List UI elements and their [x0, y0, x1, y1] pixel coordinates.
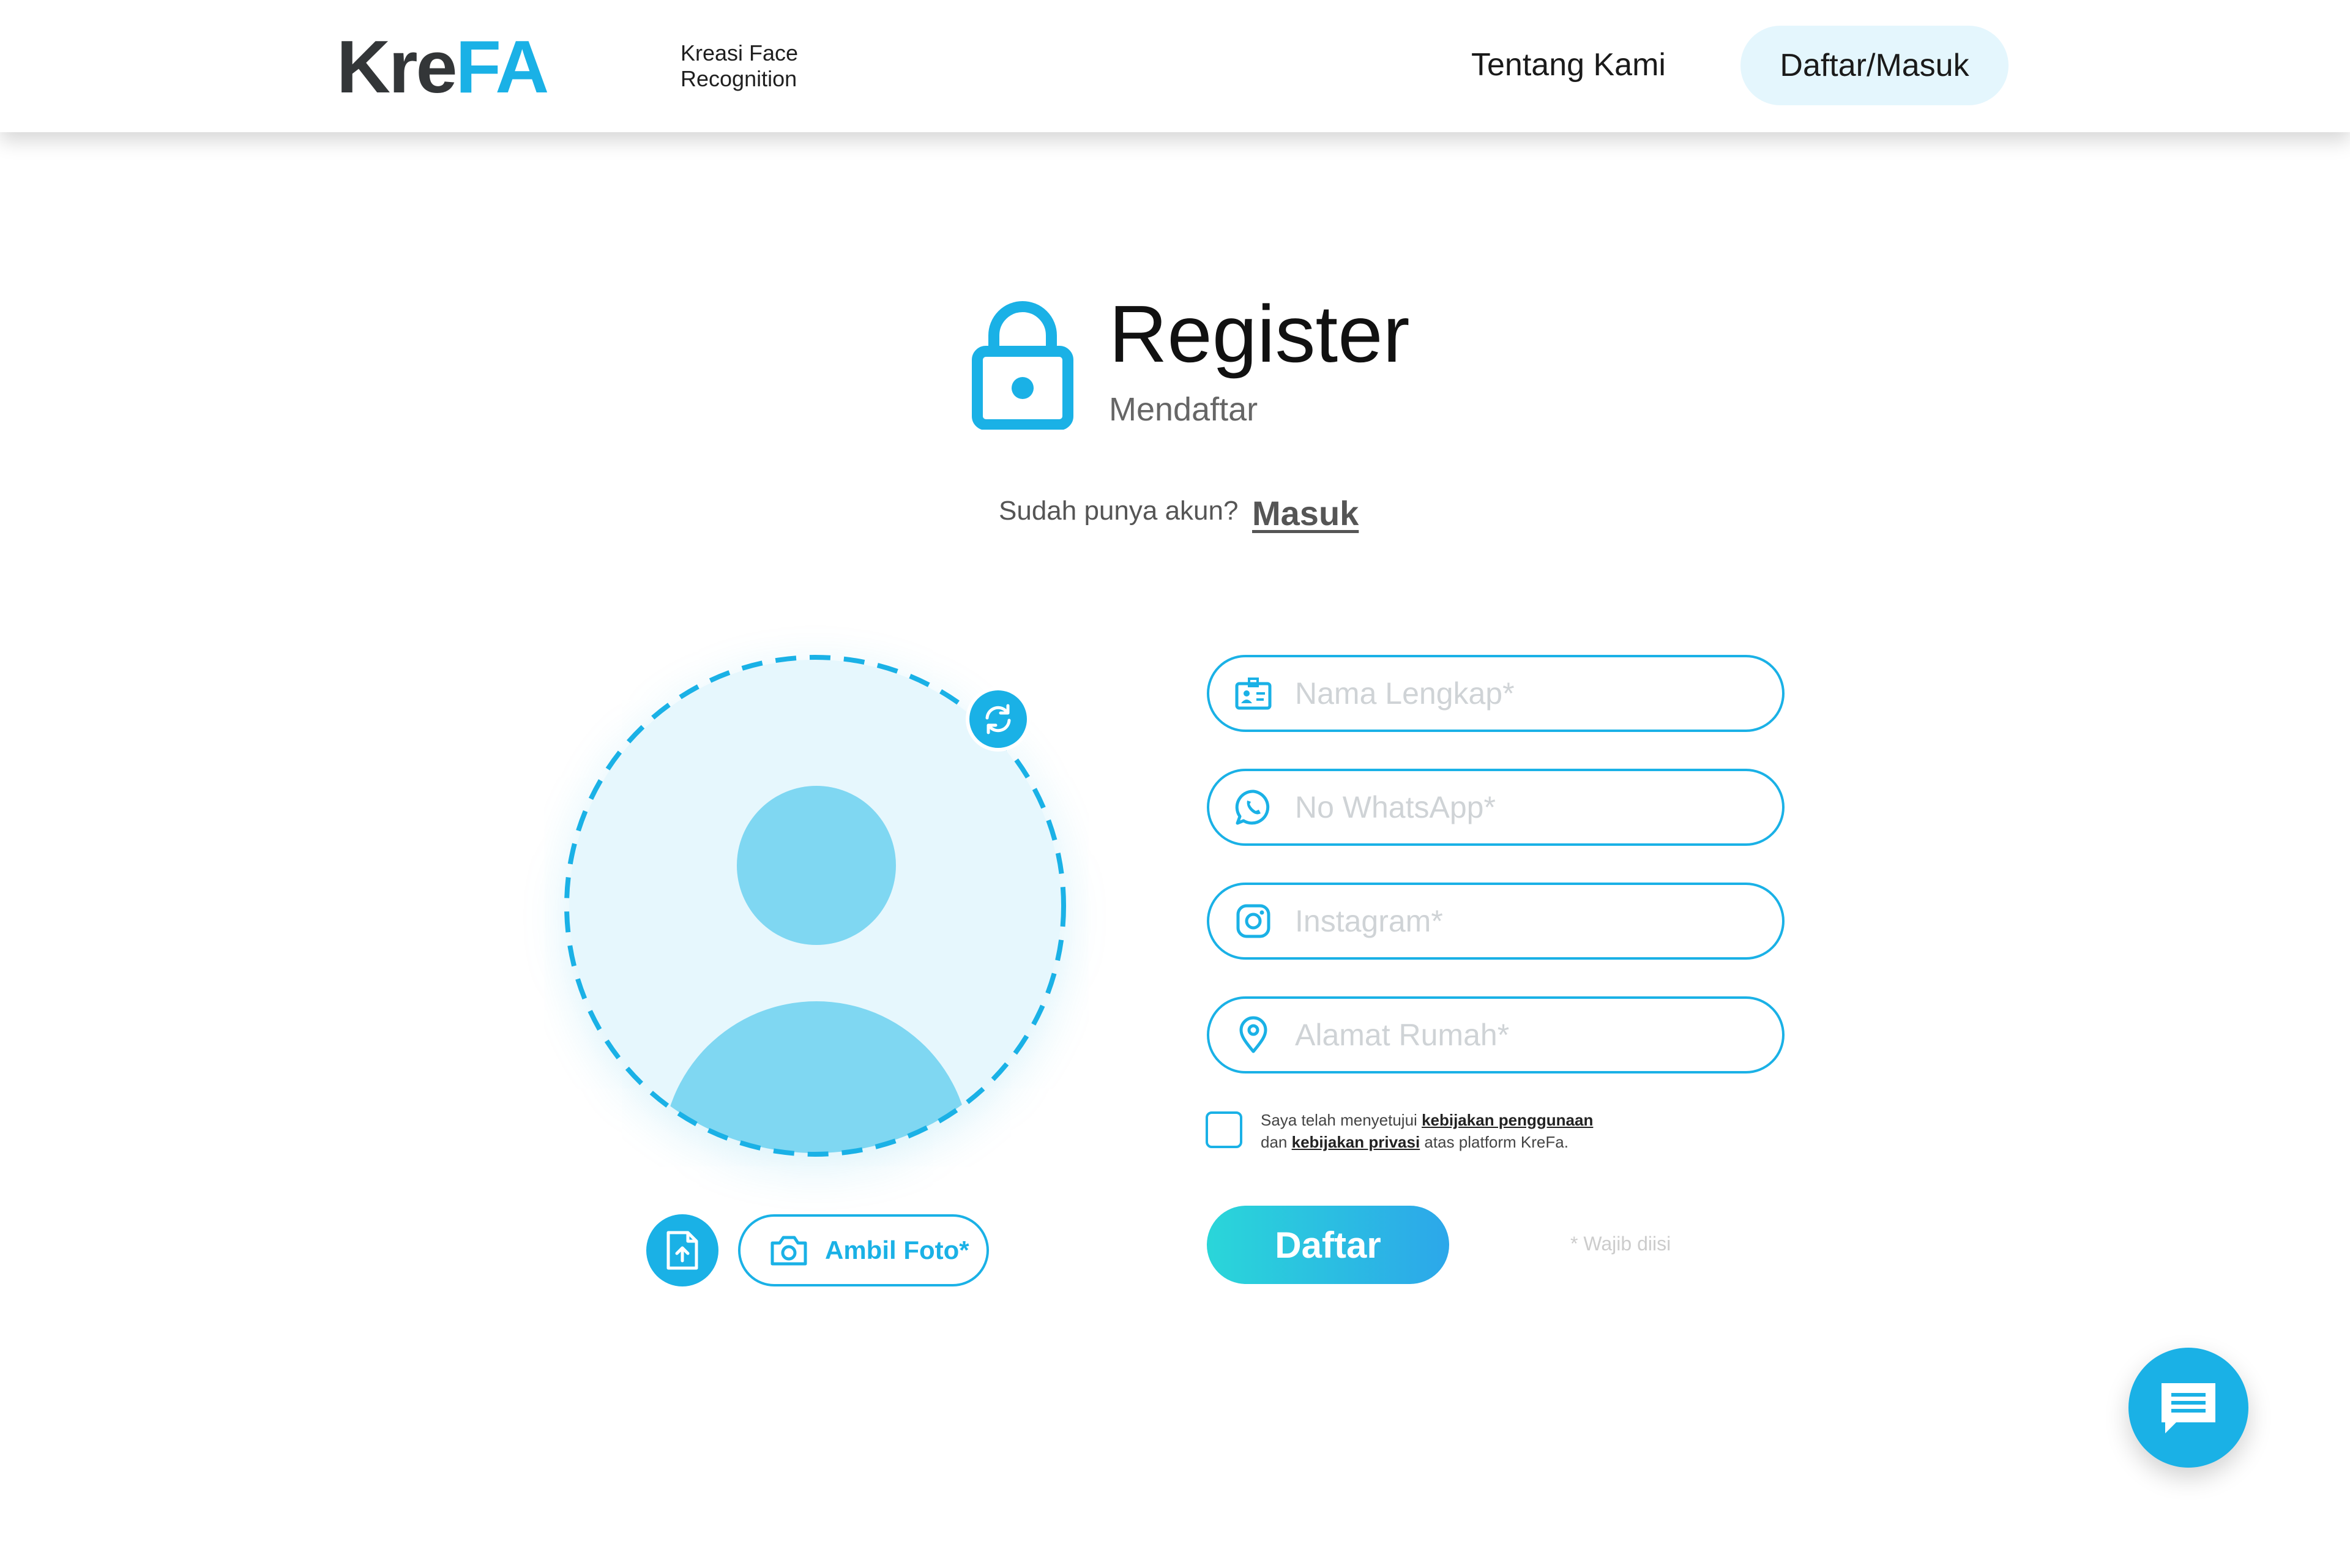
- instagram-input[interactable]: [1295, 903, 1760, 939]
- take-photo-button[interactable]: Ambil Foto*: [738, 1214, 989, 1286]
- register-submit-button[interactable]: Daftar: [1207, 1206, 1449, 1284]
- brand-logo[interactable]: KreFA: [337, 29, 549, 104]
- logo-text-fa: FA: [455, 25, 549, 108]
- tagline-line1: Kreasi Face: [681, 40, 799, 65]
- tagline-line2: Recognition: [681, 66, 797, 91]
- terms-checkbox[interactable]: [1206, 1111, 1242, 1148]
- brand-tagline: Kreasi Face Recognition: [681, 40, 864, 92]
- full-name-field[interactable]: [1207, 655, 1785, 732]
- usage-policy-link[interactable]: kebijakan penggunaan: [1422, 1111, 1593, 1129]
- chat-icon: [2162, 1383, 2215, 1433]
- camera-icon: [770, 1236, 807, 1266]
- instagram-icon: [1233, 900, 1274, 942]
- terms-middle: dan: [1261, 1133, 1288, 1151]
- privacy-policy-link[interactable]: kebijakan privasi: [1292, 1133, 1420, 1151]
- terms-prefix: Saya telah menyetujui: [1261, 1111, 1417, 1129]
- chat-button[interactable]: [2128, 1348, 2248, 1468]
- take-photo-label: Ambil Foto*: [825, 1236, 969, 1264]
- whatsapp-icon: [1233, 786, 1274, 828]
- whatsapp-field[interactable]: [1207, 769, 1785, 846]
- nav-link-about[interactable]: Tentang Kami: [1471, 47, 1666, 83]
- lock-icon: [972, 301, 1073, 430]
- instagram-field[interactable]: [1207, 883, 1785, 960]
- nav-register-login-button[interactable]: Daftar/Masuk: [1740, 26, 2009, 105]
- refresh-photo-button[interactable]: [966, 687, 1031, 752]
- top-navbar: KreFA Kreasi Face Recognition Tentang Ka…: [0, 0, 2350, 132]
- whatsapp-input[interactable]: [1295, 790, 1760, 825]
- upload-photo-button[interactable]: [646, 1214, 718, 1286]
- location-pin-icon: [1233, 1014, 1274, 1056]
- required-note: * Wajib diisi: [1570, 1233, 1671, 1255]
- login-link[interactable]: Masuk: [1252, 493, 1359, 533]
- login-prompt-text: Sudah punya akun?: [999, 496, 1239, 526]
- refresh-icon: [985, 704, 1011, 734]
- page-title: Register: [1109, 289, 1410, 379]
- terms-suffix: atas platform KreFa.: [1424, 1133, 1569, 1151]
- page-subtitle: Mendaftar: [1109, 391, 1258, 428]
- address-field[interactable]: [1207, 996, 1785, 1073]
- logo-text-kre: Kre: [337, 25, 457, 108]
- address-input[interactable]: [1295, 1017, 1760, 1053]
- terms-text: Saya telah menyetujui kebijakan pengguna…: [1261, 1109, 1689, 1153]
- file-upload-icon: [666, 1231, 698, 1270]
- full-name-input[interactable]: [1295, 676, 1760, 711]
- id-card-icon: [1233, 673, 1274, 714]
